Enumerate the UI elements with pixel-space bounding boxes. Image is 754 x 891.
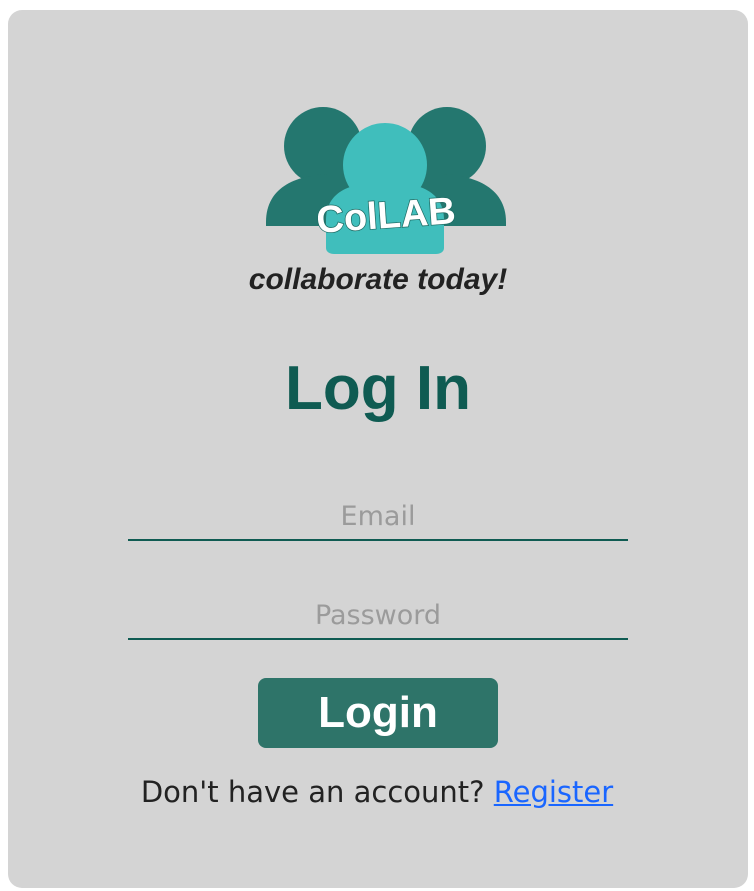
email-field[interactable] [128,493,628,541]
collab-logo: ColLAB [266,107,506,254]
tagline: collaborate today! [248,263,508,296]
register-prompt-text: Don't have an account? [140,775,494,809]
register-link[interactable]: Register [494,775,613,809]
login-card: ColLAB collaborate today! Log In [8,10,748,888]
register-prompt: Don't have an account? Register [0,775,754,809]
page-title: Log In [285,354,471,423]
password-field[interactable] [128,592,628,640]
login-button[interactable]: Login [258,678,498,748]
